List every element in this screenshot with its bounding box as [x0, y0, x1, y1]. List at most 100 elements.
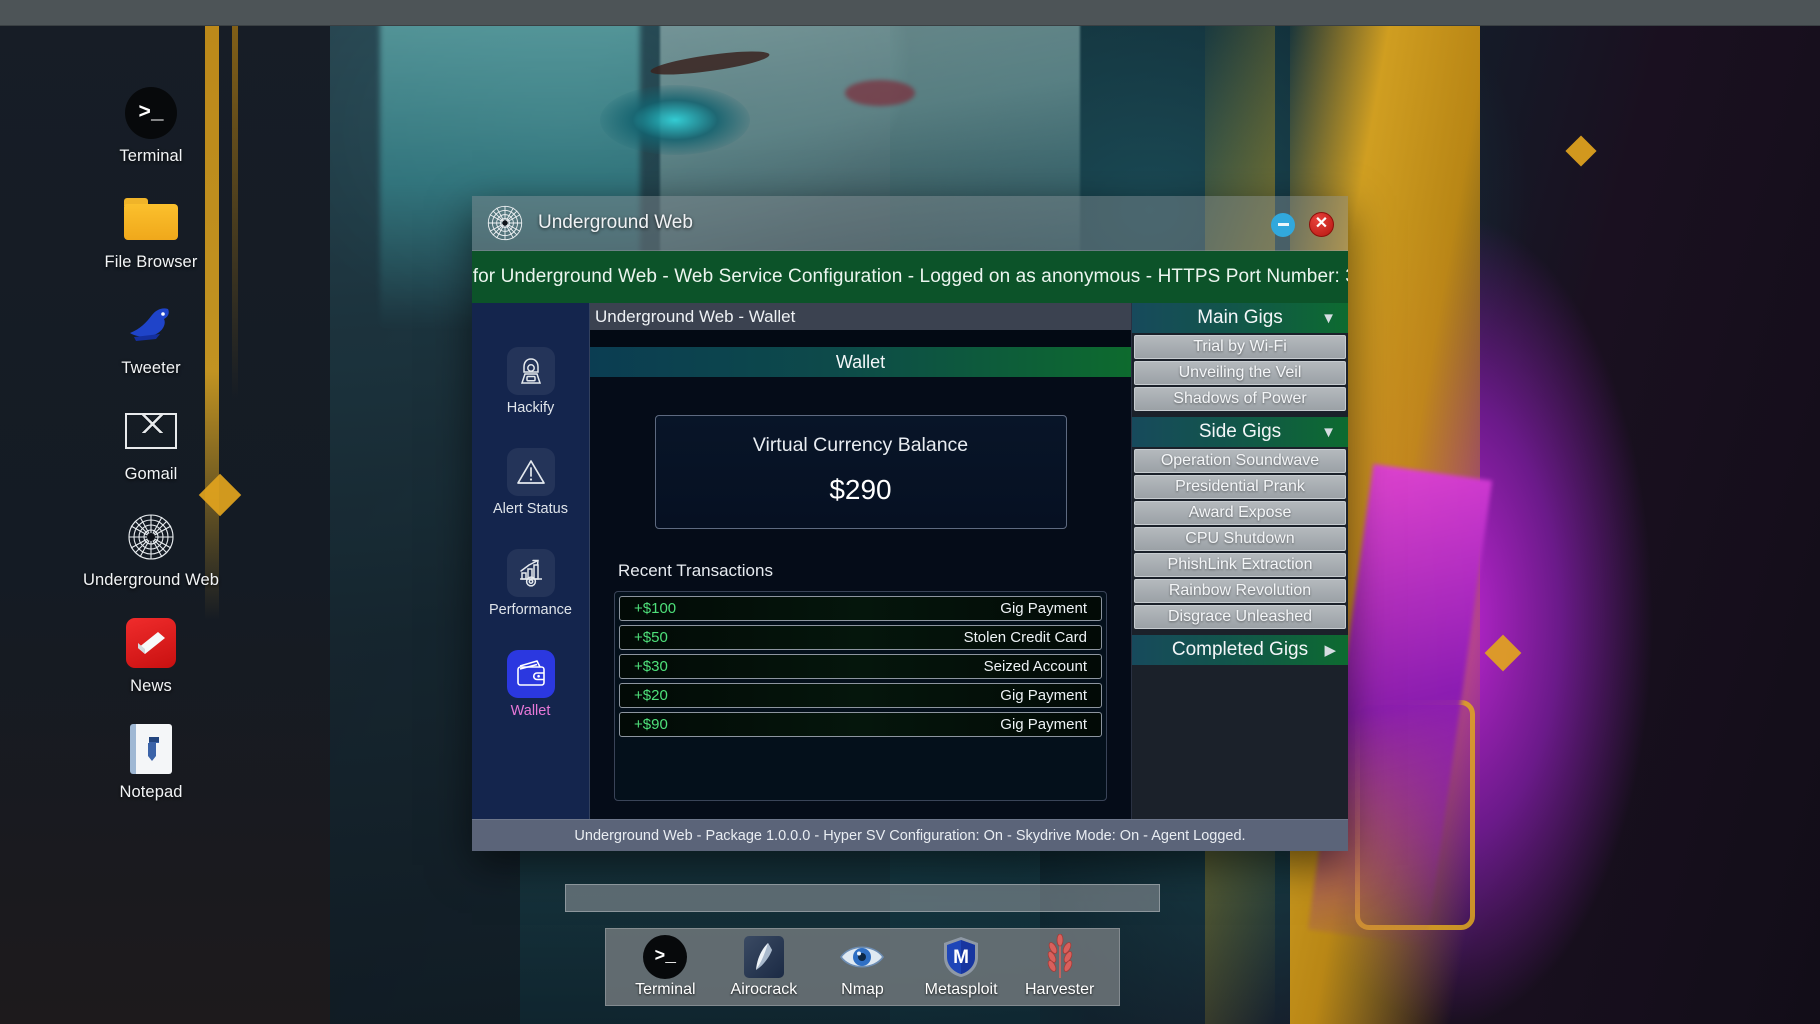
- marquee-banner: etup for Underground Web - Web Service C…: [472, 251, 1348, 303]
- sidebar-item-label: Wallet: [510, 703, 551, 719]
- desktop-icon-label: Tweeter: [121, 359, 181, 377]
- wheat-icon: [1012, 934, 1108, 979]
- desktop-icon-notepad[interactable]: Notepad: [76, 722, 226, 802]
- desktop-icon-label: Gomail: [124, 465, 178, 483]
- desktop-icon-terminal[interactable]: >_ Terminal: [76, 86, 226, 166]
- underground-web-window: Underground Web ✕ etup for Underground W…: [472, 196, 1348, 851]
- minimize-button[interactable]: [1271, 212, 1295, 237]
- pane-title: Underground Web - Wallet: [590, 303, 1131, 330]
- sidebar-item-alert-status[interactable]: Alert Status: [476, 448, 586, 517]
- desktop-icon-gomail[interactable]: Gomail: [76, 404, 226, 484]
- gigs-section-header-main[interactable]: Main Gigs ▼: [1132, 303, 1348, 333]
- dock-item-airocrack[interactable]: Airocrack: [716, 935, 812, 999]
- table-row[interactable]: +$90 Gig Payment: [619, 712, 1102, 737]
- gigs-section-header-completed[interactable]: Completed Gigs ▶: [1132, 635, 1348, 665]
- newspaper-icon: [124, 616, 178, 670]
- svg-text:M: M: [953, 947, 969, 968]
- window-body: Hackify Alert Status Performance Wallet …: [472, 303, 1348, 819]
- notepad-icon: [124, 722, 178, 776]
- window-title-bar[interactable]: Underground Web ✕: [472, 196, 1348, 251]
- marquee-text: etup for Underground Web - Web Service C…: [472, 266, 1348, 287]
- pane-spacer: [590, 330, 1131, 347]
- transaction-label: Gig Payment: [1000, 716, 1087, 733]
- desktop-icon-label: News: [130, 677, 172, 695]
- terminal-icon: >_: [124, 86, 178, 140]
- list-item[interactable]: Operation Soundwave: [1134, 449, 1346, 473]
- hacker-icon: [506, 347, 555, 395]
- desktop-icon-news[interactable]: News: [76, 616, 226, 696]
- shield-m-icon: M: [913, 935, 1009, 979]
- table-row[interactable]: +$100 Gig Payment: [619, 596, 1102, 621]
- list-item[interactable]: Trial by Wi-Fi: [1134, 335, 1346, 359]
- transaction-label: Seized Account: [983, 658, 1087, 675]
- transaction-amount: +$50: [634, 629, 668, 646]
- desktop-icon-label: Terminal: [119, 147, 183, 165]
- desktop-icon-label: File Browser: [104, 253, 198, 271]
- transaction-label: Gig Payment: [1000, 687, 1087, 704]
- wallet-content: Virtual Currency Balance $290 Recent Tra…: [590, 377, 1131, 819]
- dock-item-label: Harvester: [1024, 981, 1095, 998]
- airocrack-icon: [716, 935, 812, 979]
- chevron-down-icon: ▼: [1321, 423, 1336, 441]
- desktop-icon-file-browser[interactable]: File Browser: [76, 192, 226, 272]
- section-header: Wallet: [590, 347, 1131, 377]
- balance-label: Virtual Currency Balance: [752, 434, 969, 456]
- dock-item-nmap[interactable]: Nmap: [814, 935, 910, 999]
- envelope-icon: [124, 404, 178, 458]
- list-item[interactable]: PhishLink Extraction: [1134, 553, 1346, 577]
- gigs-section-title: Completed Gigs: [1171, 639, 1309, 660]
- list-item[interactable]: Unveiling the Veil: [1134, 361, 1346, 385]
- desktop-icon-underground-web[interactable]: Underground Web: [76, 510, 226, 590]
- list-item[interactable]: Disgrace Unleashed: [1134, 605, 1346, 629]
- main-content-pane: Underground Web - Wallet Wallet Virtual …: [590, 303, 1132, 819]
- table-row[interactable]: +$50 Stolen Credit Card: [619, 625, 1102, 650]
- dock-item-label: Metasploit: [924, 981, 998, 998]
- spiderweb-icon: [124, 510, 178, 564]
- table-row[interactable]: +$30 Seized Account: [619, 654, 1102, 679]
- close-button[interactable]: ✕: [1309, 212, 1334, 237]
- dock-item-label: Nmap: [841, 981, 884, 998]
- gigs-section-title: Side Gigs: [1198, 421, 1282, 442]
- gigs-section-title: Main Gigs: [1197, 307, 1283, 328]
- dock-item-terminal[interactable]: >_ Terminal: [617, 935, 713, 999]
- transaction-amount: +$30: [634, 658, 668, 675]
- dock-item-harvester[interactable]: Harvester: [1012, 934, 1108, 999]
- status-bar: Underground Web - Package 1.0.0.0 - Hype…: [472, 819, 1348, 851]
- desktop-icon-tweeter[interactable]: Tweeter: [76, 298, 226, 378]
- list-item[interactable]: Award Expose: [1134, 501, 1346, 525]
- side-gigs-list: Operation Soundwave Presidential Prank A…: [1132, 447, 1348, 635]
- transaction-amount: +$20: [634, 687, 668, 704]
- list-item[interactable]: Rainbow Revolution: [1134, 579, 1346, 603]
- window-title: Underground Web: [538, 212, 693, 233]
- table-row[interactable]: +$20 Gig Payment: [619, 683, 1102, 708]
- sidebar-item-label: Performance: [488, 602, 572, 618]
- transactions-title: Recent Transactions: [618, 561, 773, 580]
- bar-chart-gear-icon: [506, 549, 555, 597]
- sidebar-item-label: Hackify: [506, 400, 555, 416]
- chevron-down-icon: ▼: [1321, 309, 1336, 327]
- sidebar-item-label: Alert Status: [493, 501, 568, 517]
- warning-triangle-icon: [506, 448, 555, 496]
- dock-item-metasploit[interactable]: M Metasploit: [913, 935, 1009, 999]
- application-dock: >_ Terminal Airocrack Nmap M Metasploit …: [605, 928, 1120, 1006]
- desktop-icon-list: >_ Terminal File Browser Tweeter Gomail: [76, 86, 226, 828]
- transaction-amount: +$100: [634, 600, 677, 617]
- desktop-icon-label: Notepad: [119, 783, 183, 801]
- spiderweb-icon: [487, 205, 523, 241]
- list-item[interactable]: Shadows of Power: [1134, 387, 1346, 411]
- transaction-amount: +$90: [634, 716, 668, 733]
- gigs-section-header-side[interactable]: Side Gigs ▼: [1132, 417, 1348, 447]
- taskbar-strip[interactable]: [565, 884, 1160, 912]
- transaction-label: Gig Payment: [1000, 600, 1087, 617]
- dock-item-label: Airocrack: [730, 981, 798, 998]
- desktop-icon-label: Underground Web: [82, 571, 220, 589]
- sidebar-item-performance[interactable]: Performance: [476, 549, 586, 618]
- window-controls: ✕: [1271, 212, 1334, 237]
- list-item[interactable]: Presidential Prank: [1134, 475, 1346, 499]
- transaction-label: Stolen Credit Card: [963, 629, 1087, 646]
- sidebar-item-wallet[interactable]: Wallet: [476, 650, 586, 719]
- folder-icon: [124, 192, 178, 246]
- transactions-list: +$100 Gig Payment +$50 Stolen Credit Car…: [614, 591, 1107, 801]
- sidebar-item-hackify[interactable]: Hackify: [476, 347, 586, 416]
- list-item[interactable]: CPU Shutdown: [1134, 527, 1346, 551]
